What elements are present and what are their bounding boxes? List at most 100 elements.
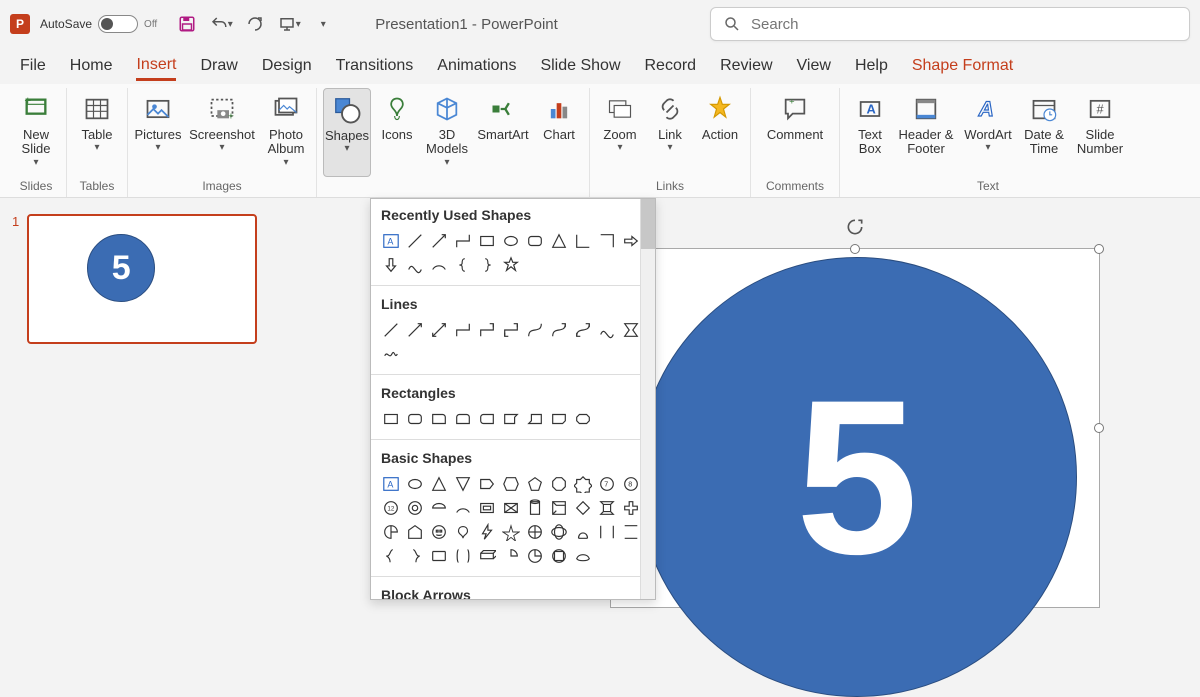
dropdown-scrollbar[interactable] (640, 199, 655, 599)
slide-thumbnail-1[interactable]: 5 (27, 214, 257, 344)
shape-brace-l[interactable] (451, 253, 475, 277)
wordart-button[interactable]: A WordArt▾ (958, 88, 1018, 177)
tab-slideshow[interactable]: Slide Show (540, 53, 620, 79)
shape-basic-5[interactable] (499, 472, 523, 496)
shape-basic-29[interactable] (547, 520, 571, 544)
shape-elbow[interactable] (451, 318, 475, 342)
shape-basic-40[interactable] (547, 544, 571, 568)
redo-button[interactable] (243, 12, 267, 36)
shape-basic-25[interactable] (451, 520, 475, 544)
action-button[interactable]: Action (696, 88, 744, 177)
shape-line[interactable] (403, 229, 427, 253)
shape-freeform[interactable] (595, 318, 619, 342)
icons-button[interactable]: Icons (373, 88, 421, 177)
shape-arc[interactable] (427, 253, 451, 277)
shape-r2[interactable] (403, 407, 427, 431)
undo-button[interactable]: ▾ (209, 12, 233, 36)
autosave-toggle[interactable] (98, 15, 138, 33)
shape-line-arrow[interactable] (427, 229, 451, 253)
shape-line-arrow2[interactable] (403, 318, 427, 342)
smartart-button[interactable]: SmartArt (473, 88, 533, 177)
shape-flowline[interactable] (571, 229, 595, 253)
shape-basic-26[interactable] (475, 520, 499, 544)
shape-basic-41[interactable] (571, 544, 595, 568)
from-beginning-button[interactable]: ▾ (277, 12, 301, 36)
shape-basic-37[interactable] (475, 544, 499, 568)
new-slide-button[interactable]: + New Slide▾ (12, 88, 60, 177)
tab-help[interactable]: Help (855, 53, 888, 79)
shape-connector[interactable] (451, 229, 475, 253)
resize-handle-ne[interactable] (1094, 244, 1104, 254)
shape-elbow-arr[interactable] (475, 318, 499, 342)
shape-r3[interactable] (427, 407, 451, 431)
shape-r5[interactable] (475, 407, 499, 431)
link-button[interactable]: Link▾ (646, 88, 694, 177)
shape-basic-15[interactable] (475, 496, 499, 520)
tab-record[interactable]: Record (645, 53, 697, 79)
shape-basic-7[interactable] (547, 472, 571, 496)
shape-r1[interactable] (379, 407, 403, 431)
shape-r6[interactable] (499, 407, 523, 431)
shape-basic-31[interactable] (595, 520, 619, 544)
shape-arrow-down[interactable] (379, 253, 403, 277)
shape-basic-33[interactable] (379, 544, 403, 568)
shape-star[interactable] (499, 253, 523, 277)
shape-r7[interactable] (523, 407, 547, 431)
shape-basic-17[interactable] (523, 496, 547, 520)
shape-basic-24[interactable] (427, 520, 451, 544)
header-footer-button[interactable]: Header & Footer (896, 88, 956, 177)
customize-qat-button[interactable]: ▾ (311, 12, 335, 36)
tab-file[interactable]: File (20, 53, 46, 79)
shapes-button[interactable]: Shapes▾ (323, 88, 371, 177)
shape-elbow-d[interactable] (499, 318, 523, 342)
shape-brace-r[interactable] (475, 253, 499, 277)
tab-shape-format[interactable]: Shape Format (912, 53, 1013, 79)
shape-basic-3[interactable] (451, 472, 475, 496)
tab-insert[interactable]: Insert (136, 52, 176, 81)
shape-flowline2[interactable] (595, 229, 619, 253)
shape-basic-2[interactable] (427, 472, 451, 496)
save-button[interactable] (175, 12, 199, 36)
shape-curve[interactable] (403, 253, 427, 277)
shape-basic-27[interactable] (499, 520, 523, 544)
shape-rect[interactable] (475, 229, 499, 253)
shape-basic-14[interactable] (451, 496, 475, 520)
tab-view[interactable]: View (797, 53, 831, 79)
shape-r8[interactable] (547, 407, 571, 431)
shape-basic-1[interactable] (403, 472, 427, 496)
tab-review[interactable]: Review (720, 53, 772, 79)
tab-transitions[interactable]: Transitions (336, 53, 414, 79)
shape-curve2[interactable] (523, 318, 547, 342)
shape-r9[interactable] (571, 407, 595, 431)
shape-line-double[interactable] (427, 318, 451, 342)
shape-basic-28[interactable] (523, 520, 547, 544)
tab-animations[interactable]: Animations (437, 53, 516, 79)
resize-handle-n[interactable] (850, 244, 860, 254)
shape-basic-11[interactable]: 12 (379, 496, 403, 520)
shape-line2[interactable] (379, 318, 403, 342)
3d-models-button[interactable]: 3D Models▾ (423, 88, 471, 177)
screenshot-button[interactable]: + Screenshot▾ (184, 88, 260, 177)
tab-draw[interactable]: Draw (200, 53, 237, 79)
shape-basic-19[interactable] (571, 496, 595, 520)
shape-basic-38[interactable] (499, 544, 523, 568)
shape-textbox[interactable]: A (379, 229, 403, 253)
shapes-dropdown[interactable]: Recently Used Shapes A Lines (370, 198, 656, 600)
shape-basic-36[interactable] (451, 544, 475, 568)
search-input[interactable] (751, 16, 1177, 33)
pictures-button[interactable]: Pictures▾ (134, 88, 182, 177)
date-time-button[interactable]: Date & Time (1020, 88, 1068, 177)
slide-number-button[interactable]: # Slide Number (1070, 88, 1130, 177)
shape-basic-9[interactable]: 7 (595, 472, 619, 496)
shape-basic-12[interactable] (403, 496, 427, 520)
scrollbar-thumb[interactable] (641, 199, 655, 249)
search-box[interactable] (710, 7, 1190, 41)
shape-basic-6[interactable] (523, 472, 547, 496)
resize-handle-e[interactable] (1094, 423, 1104, 433)
shape-basic-13[interactable] (427, 496, 451, 520)
shape-curve-arr[interactable] (547, 318, 571, 342)
photo-album-button[interactable]: Photo Album▾ (262, 88, 310, 177)
shape-scribble[interactable] (379, 342, 403, 366)
shape-basic-22[interactable] (379, 520, 403, 544)
shape-basic-0[interactable]: A (379, 472, 403, 496)
